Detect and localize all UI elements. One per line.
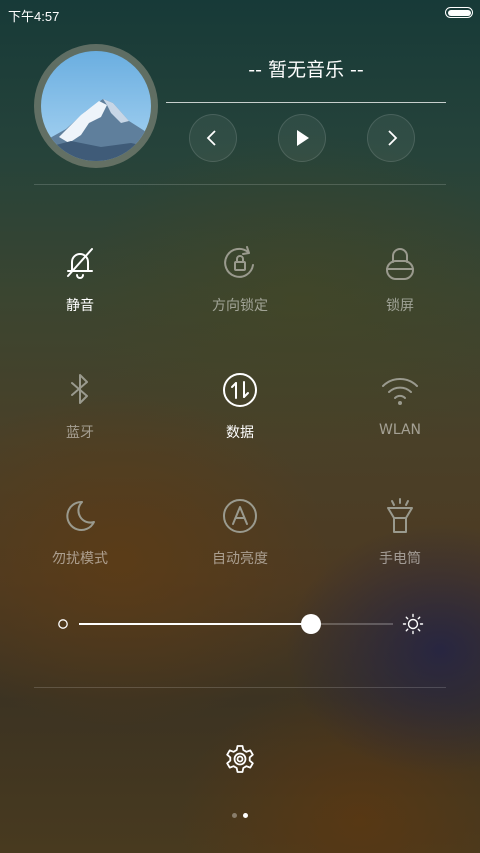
page-indicator [0, 813, 480, 818]
toggle-label: 锁屏 [386, 298, 414, 314]
battery-full-icon [445, 7, 473, 18]
gear-icon [226, 745, 254, 773]
status-time: 下午4:57 [8, 9, 60, 24]
settings-button[interactable] [224, 743, 256, 775]
toggle-label: 静音 [66, 298, 94, 314]
toggle-mute[interactable]: 静音 [20, 243, 140, 315]
toggle-flashlight[interactable]: 手电筒 [340, 496, 460, 568]
play-icon [297, 130, 309, 146]
status-bar: 下午4:57 [0, 0, 480, 28]
page-dot [243, 813, 248, 818]
auto-brightness-icon [223, 499, 257, 533]
brightness-high-icon [402, 613, 424, 635]
divider [34, 687, 446, 688]
play-button[interactable] [278, 114, 326, 162]
page-dot [232, 813, 237, 818]
toggle-bluetooth[interactable]: 蓝牙 [20, 370, 140, 442]
next-track-button[interactable] [367, 114, 415, 162]
bell-muted-icon [67, 248, 93, 279]
brightness-fill [79, 623, 312, 625]
toggle-label: 数据 [226, 425, 254, 441]
brightness-knob[interactable] [301, 614, 322, 634]
toggle-mobile-data[interactable]: 数据 [180, 370, 300, 442]
lock-icon [386, 248, 414, 280]
toggle-do-not-disturb[interactable]: 勿扰模式 [20, 496, 140, 568]
chevron-left-icon [206, 130, 216, 146]
toggle-label: 蓝牙 [66, 425, 94, 441]
toggle-label: WLAN [378, 422, 421, 438]
brightness-track[interactable] [79, 614, 393, 634]
toggle-rotation-lock[interactable]: 方向锁定 [180, 243, 300, 315]
toggle-auto-brightness[interactable]: 自动亮度 [180, 496, 300, 568]
rotation-lock-icon [224, 246, 254, 278]
previous-track-button[interactable] [189, 114, 237, 162]
toggle-lock-screen[interactable]: 锁屏 [340, 243, 460, 315]
toggle-label: 手电筒 [379, 551, 421, 567]
bluetooth-icon [71, 374, 88, 404]
mountain-album-art [41, 51, 151, 161]
album-art[interactable] [34, 44, 158, 168]
brightness-low-icon [58, 619, 68, 629]
toggle-label: 自动亮度 [212, 551, 268, 567]
mobile-data-icon [223, 373, 257, 407]
moon-icon [66, 500, 95, 531]
flashlight-icon [387, 498, 413, 533]
toggle-label: 方向锁定 [212, 298, 268, 314]
toggle-label: 勿扰模式 [52, 551, 108, 567]
divider [34, 184, 446, 185]
toggle-wlan[interactable]: WLAN [340, 370, 460, 438]
music-progress-line [166, 102, 446, 103]
wifi-icon [382, 377, 418, 405]
music-title: -- 暂无音乐 -- [248, 59, 364, 81]
chevron-right-icon [388, 130, 398, 146]
brightness-slider[interactable] [55, 612, 425, 636]
